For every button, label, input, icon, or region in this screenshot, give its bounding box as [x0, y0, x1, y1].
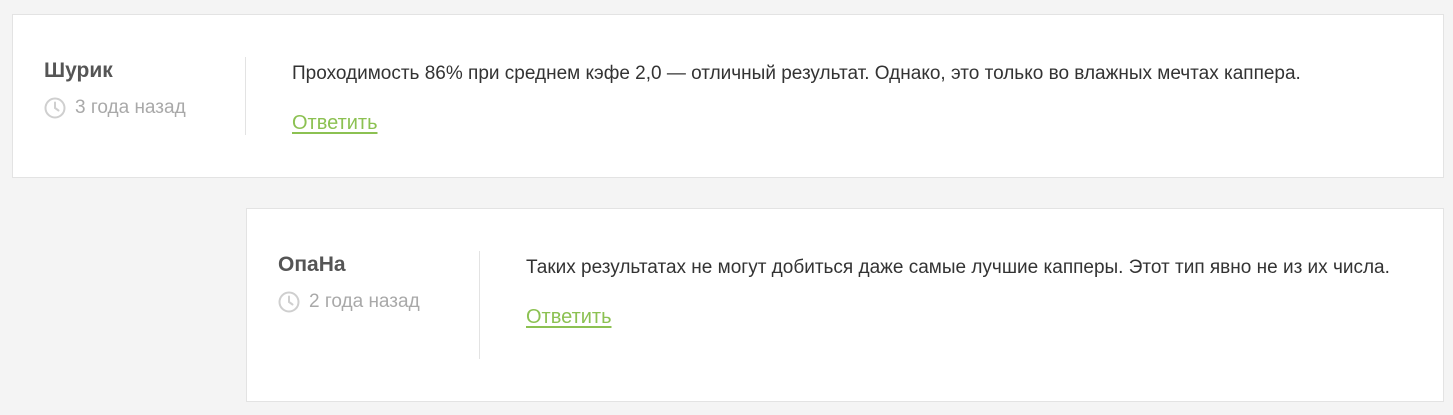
comment-body: Проходимость 86% при среднем кэфе 2,0 — … [292, 59, 1403, 135]
comment-meta: Шурик 3 года назад [44, 59, 186, 119]
comment-divider [245, 57, 246, 135]
comment-time-label: 2 года назад [309, 291, 420, 312]
clock-icon [44, 97, 66, 119]
clock-icon [278, 291, 300, 313]
comment-time: 3 года назад [44, 97, 186, 119]
comment-body: Таких результатах не могут добиться даже… [526, 253, 1403, 329]
comment-card: Шурик 3 года назад Проходимость 86% при … [12, 14, 1444, 178]
comment-text: Проходимость 86% при среднем кэфе 2,0 — … [292, 63, 1301, 84]
comment-card-reply: ОпаНа 2 года назад Таких результатах не … [246, 208, 1444, 402]
reply-link[interactable]: Ответить [292, 112, 378, 135]
comment-divider [479, 251, 480, 359]
comment-time-label: 3 года назад [75, 97, 186, 118]
comment-author: ОпаНа [278, 253, 346, 276]
comment-meta: ОпаНа 2 года назад [278, 253, 420, 313]
comment-time: 2 года назад [278, 291, 420, 313]
reply-link[interactable]: Ответить [526, 306, 612, 329]
comment-author: Шурик [44, 59, 113, 82]
comment-text: Таких результатах не могут добиться даже… [526, 257, 1390, 278]
